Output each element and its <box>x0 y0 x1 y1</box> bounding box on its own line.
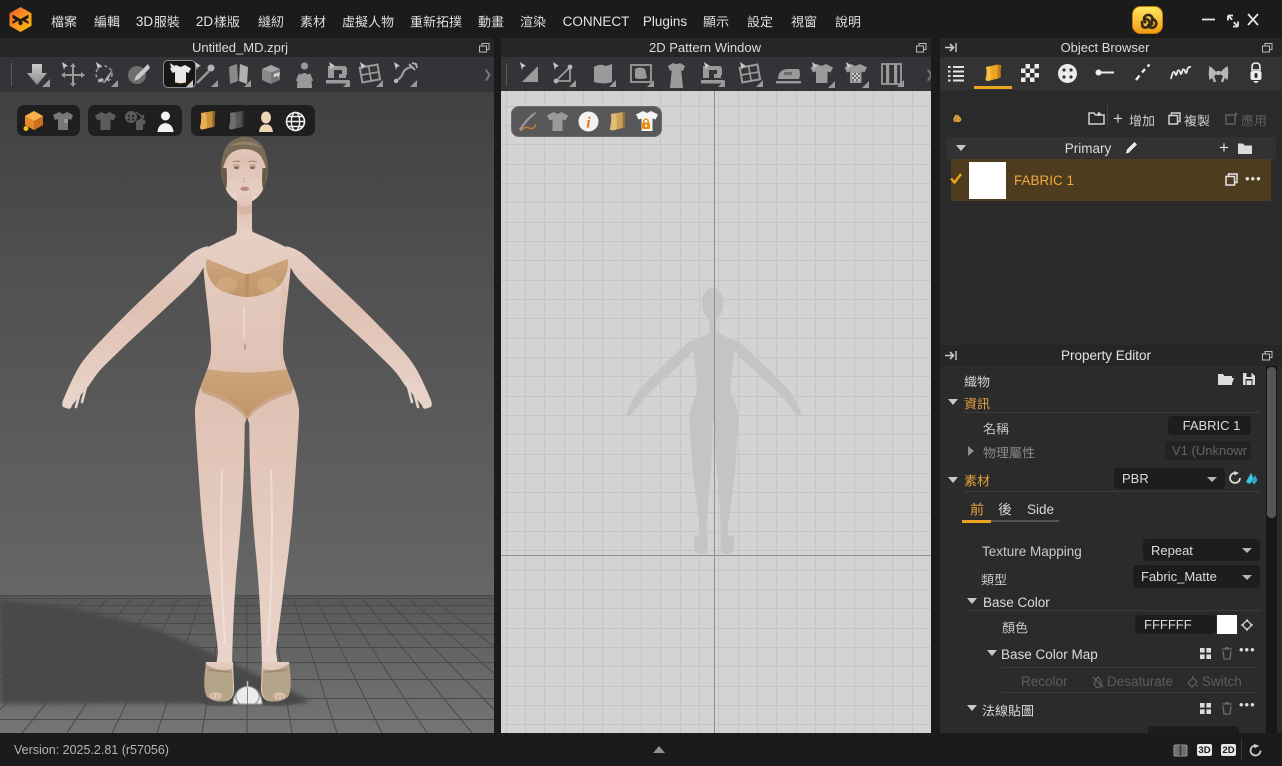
svg-text:i: i <box>586 115 591 132</box>
